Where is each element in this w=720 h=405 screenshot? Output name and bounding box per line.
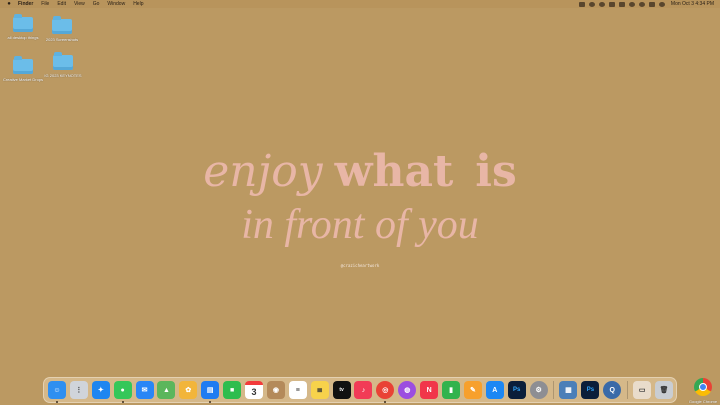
menu-bar: ● Finder File Edit View Go Window Help M… xyxy=(0,0,720,8)
dock-separator xyxy=(627,381,629,399)
status-area: Mon Oct 3 4:34 PM xyxy=(575,1,714,7)
desktop-folder-all-desktop-things[interactable]: all desktop things xyxy=(3,14,43,40)
system-preferences-icon[interactable]: ⚙ xyxy=(529,381,548,399)
wallpaper-quote-line-2: in front of you xyxy=(241,202,479,248)
photoshop-icon-2[interactable]: Ps xyxy=(581,381,600,399)
preview-icon[interactable]: ▦ xyxy=(559,381,578,399)
menu-view[interactable]: View xyxy=(74,1,85,7)
control-center-icon[interactable] xyxy=(648,1,655,7)
menu-help[interactable]: Help xyxy=(133,1,143,7)
pages-icon[interactable]: ✎ xyxy=(463,381,482,399)
safari-icon[interactable]: ✦ xyxy=(91,381,110,399)
folder-icon xyxy=(52,16,72,34)
menu-clock[interactable]: Mon Oct 3 4:34 PM xyxy=(671,1,714,7)
wallpaper-quote-line-1: enjoy what is xyxy=(0,148,720,196)
photoshop-icon[interactable]: Ps xyxy=(507,381,526,399)
battery-icon[interactable] xyxy=(618,1,625,7)
trash-icon[interactable]: 🗑 xyxy=(655,381,674,399)
podcasts-icon[interactable]: ◍ xyxy=(398,381,417,399)
contacts-icon[interactable]: ◉ xyxy=(266,381,285,399)
menu-file[interactable]: File xyxy=(41,1,49,7)
quote-word-enjoy: enjoy xyxy=(203,146,323,197)
mail-icon[interactable]: ✉ xyxy=(135,381,154,399)
screen-record-icon[interactable] xyxy=(578,1,585,7)
keynote-icon[interactable]: ▤ xyxy=(201,381,220,403)
folder-icon xyxy=(13,56,33,74)
desktop-folder-creative-market-drops[interactable]: Creative Market Drops xyxy=(3,56,44,82)
photos-icon[interactable]: ✿ xyxy=(179,381,198,399)
focus-icon[interactable] xyxy=(588,1,595,7)
quicktime-icon[interactable]: Q xyxy=(603,381,622,399)
menu-app-name[interactable]: Finder xyxy=(18,1,33,7)
desktop-folder-label: 2023 Screenshots xyxy=(45,37,79,42)
spotlight-search-icon[interactable] xyxy=(638,1,645,7)
bluetooth-icon[interactable] xyxy=(608,1,615,7)
menu-window[interactable]: Window xyxy=(107,1,125,7)
finder-icon[interactable]: ☺ xyxy=(48,381,66,403)
reminders-icon[interactable]: ≡ xyxy=(288,381,307,399)
downloads-stack-icon[interactable]: ▭ xyxy=(633,381,652,399)
menu-go[interactable]: Go xyxy=(93,1,100,7)
desktop-folder-label: IG 2023 KEYNOTES xyxy=(44,73,82,78)
calendar-icon[interactable]: 3 xyxy=(245,381,264,399)
chrome-icon[interactable]: ◎ xyxy=(376,381,395,403)
chrome-icon xyxy=(694,378,712,396)
quote-word-what: what xyxy=(334,146,454,197)
desktop-app-google-chrome[interactable]: Google Chrome xyxy=(688,378,718,404)
menu-edit[interactable]: Edit xyxy=(57,1,66,7)
desktop-folder-2023-screenshots[interactable]: 2023 Screenshots xyxy=(42,16,82,42)
desktop-folder-label: Creative Market Drops xyxy=(3,77,44,82)
notes-icon[interactable]: ≣ xyxy=(310,381,329,399)
creative-cloud-icon[interactable] xyxy=(598,1,605,7)
desktop-folder-label: all desktop things xyxy=(7,35,39,40)
desktop-folder-ig-2023-keynotes[interactable]: IG 2023 KEYNOTES xyxy=(43,52,83,78)
desktop-app-label: Google Chrome xyxy=(688,399,718,404)
launchpad-icon[interactable]: ⋮ xyxy=(69,381,88,399)
app-store-icon[interactable]: A xyxy=(485,381,504,399)
quote-word-is: is xyxy=(475,146,517,197)
siri-icon[interactable] xyxy=(658,1,665,7)
maps-icon[interactable]: ▲ xyxy=(157,381,176,399)
music-icon[interactable]: ♪ xyxy=(354,381,373,399)
news-icon[interactable]: N xyxy=(420,381,439,399)
apple-menu-icon[interactable]: ● xyxy=(6,1,12,7)
wallpaper-artist-handle: @crazicheartwork xyxy=(340,263,380,268)
folder-icon xyxy=(53,52,73,70)
numbers-icon[interactable]: ▮ xyxy=(442,381,461,399)
facetime-icon[interactable]: ■ xyxy=(223,381,242,399)
folder-icon xyxy=(13,14,33,32)
messages-icon[interactable]: ● xyxy=(113,381,132,403)
dock: ☺ ⋮ ✦ ● ✉ ▲ ✿ ▤ ■ 3 ◉ ≡ ≣ tv ♪ ◎ ◍ N ▮ ✎ A Ps ⚙ ▦ Ps Q ▭ 🗑 xyxy=(43,377,677,403)
apple-tv-icon[interactable]: tv xyxy=(332,381,351,399)
dock-separator xyxy=(553,381,555,399)
wifi-icon[interactable] xyxy=(628,1,635,7)
